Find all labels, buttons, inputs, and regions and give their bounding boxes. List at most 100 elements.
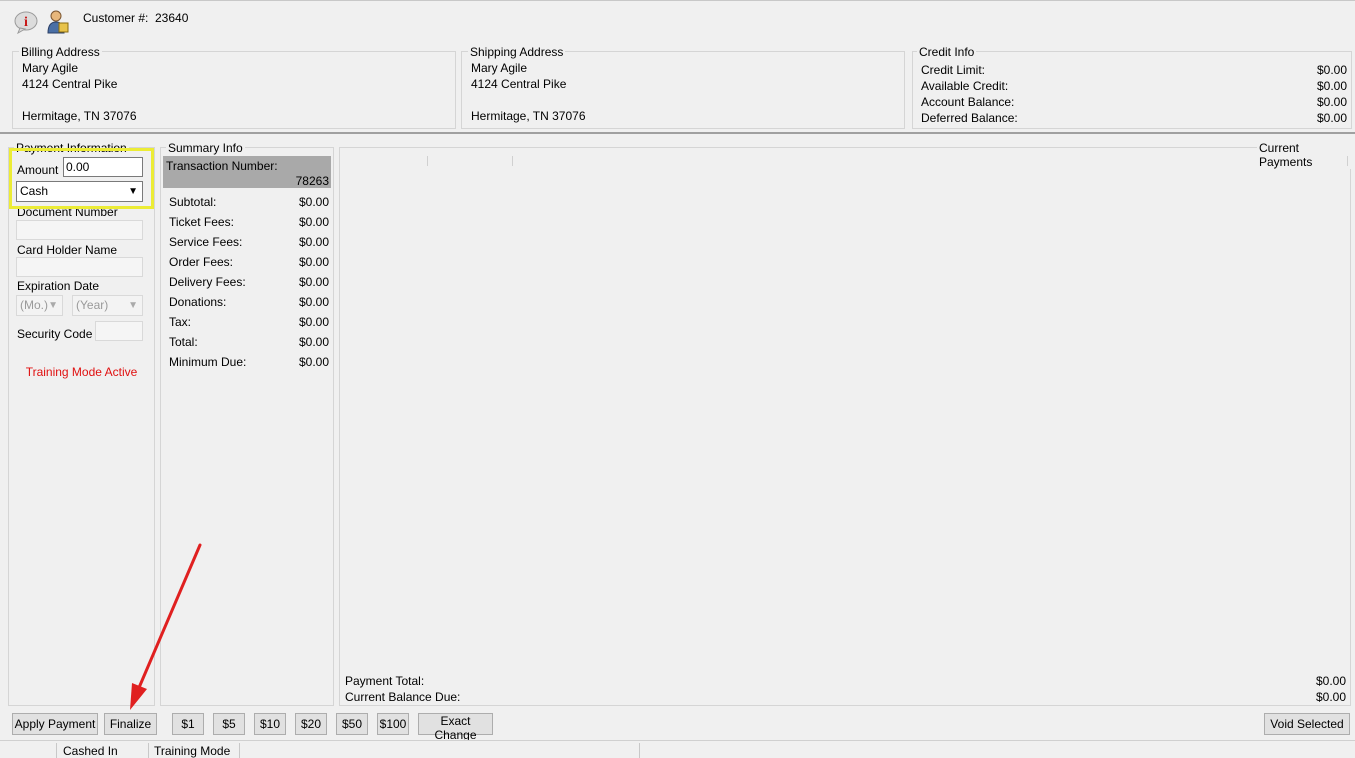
expiration-date-label: Expiration Date <box>17 279 100 293</box>
month-placeholder: (Mo.) <box>20 298 48 312</box>
credit-label: Account Balance: <box>921 95 1015 109</box>
summary-value: $0.00 <box>298 255 329 269</box>
twenty-dollar-button[interactable]: $20 <box>295 713 327 735</box>
column-divider[interactable] <box>427 156 428 166</box>
shipping-street: 4124 Central Pike <box>471 77 567 91</box>
payment-total-row: Payment Total: $0.00 <box>345 674 1346 688</box>
status-training-mode: Training Mode <box>154 744 231 758</box>
summary-value: $0.00 <box>298 335 329 349</box>
billing-name: Mary Agile <box>22 61 79 75</box>
summary-row: Total: $0.00 <box>169 335 329 349</box>
highlight-box <box>9 148 154 209</box>
red-arrow-annotation <box>130 543 202 710</box>
credit-row: Available Credit: $0.00 <box>921 79 1347 93</box>
shipping-name: Mary Agile <box>471 61 528 75</box>
status-divider <box>239 743 240 758</box>
summary-row: Tax: $0.00 <box>169 315 329 329</box>
security-code-label: Security Code <box>17 327 93 341</box>
summary-value: $0.00 <box>298 295 329 309</box>
top-border <box>0 0 1355 1</box>
card-holder-label: Card Holder Name <box>17 243 118 257</box>
shipping-address-legend: Shipping Address <box>468 45 566 59</box>
summary-value: $0.00 <box>298 215 329 229</box>
balance-due-value: $0.00 <box>1315 690 1346 704</box>
current-payments-list[interactable] <box>342 154 1348 670</box>
credit-info-legend: Credit Info <box>917 45 977 59</box>
summary-value: $0.00 <box>298 275 329 289</box>
fifty-dollar-button[interactable]: $50 <box>336 713 368 735</box>
credit-label: Deferred Balance: <box>921 111 1018 125</box>
splitter[interactable] <box>0 132 1355 134</box>
apply-payment-button[interactable]: Apply Payment <box>12 713 98 735</box>
info-icon[interactable]: i <box>14 10 40 35</box>
summary-row: Minimum Due: $0.00 <box>169 355 329 369</box>
status-cashed-in: Cashed In <box>63 744 118 758</box>
balance-due-label: Current Balance Due: <box>345 690 461 704</box>
billing-address-legend: Billing Address <box>19 45 102 59</box>
finalize-button[interactable]: Finalize <box>104 713 157 735</box>
transaction-number-box: Transaction Number: 78263 <box>163 156 331 188</box>
customer-number-value: 23640 <box>155 11 189 25</box>
training-mode-text: Training Mode Active <box>25 365 138 379</box>
status-divider <box>148 743 149 758</box>
summary-row: Order Fees: $0.00 <box>169 255 329 269</box>
credit-label: Available Credit: <box>921 79 1009 93</box>
one-dollar-button[interactable]: $1 <box>172 713 204 735</box>
summary-info-legend: Summary Info <box>166 141 245 155</box>
summary-value: $0.00 <box>298 315 329 329</box>
summary-value: $0.00 <box>298 235 329 249</box>
summary-label: Donations: <box>169 295 227 309</box>
payment-total-label: Payment Total: <box>345 674 425 688</box>
summary-row: Subtotal: $0.00 <box>169 195 329 209</box>
summary-value: $0.00 <box>298 195 329 209</box>
document-number-field[interactable] <box>16 220 143 240</box>
customer-icon[interactable] <box>45 9 71 35</box>
ten-dollar-button[interactable]: $10 <box>254 713 286 735</box>
summary-label: Total: <box>169 335 198 349</box>
credit-value: $0.00 <box>1316 95 1347 109</box>
void-selected-button[interactable]: Void Selected <box>1264 713 1350 735</box>
credit-value: $0.00 <box>1316 79 1347 93</box>
credit-value: $0.00 <box>1316 111 1347 125</box>
billing-city: Hermitage, TN 37076 <box>22 109 137 123</box>
exact-change-button[interactable]: Exact Change <box>418 713 493 742</box>
summary-label: Ticket Fees: <box>169 215 234 229</box>
year-placeholder: (Year) <box>76 298 109 312</box>
expiration-month-select[interactable]: (Mo.) ▼ <box>16 295 63 316</box>
credit-value: $0.00 <box>1316 63 1347 77</box>
transaction-number-label: Transaction Number: <box>166 159 278 173</box>
summary-row: Service Fees: $0.00 <box>169 235 329 249</box>
hundred-dollar-button[interactable]: $100 <box>377 713 409 735</box>
summary-row: Ticket Fees: $0.00 <box>169 215 329 229</box>
credit-label: Credit Limit: <box>921 63 986 77</box>
status-bar: Cashed In Training Mode <box>0 740 1355 758</box>
credit-row: Deferred Balance: $0.00 <box>921 111 1347 125</box>
summary-row: Delivery Fees: $0.00 <box>169 275 329 289</box>
chevron-down-icon: ▼ <box>48 300 58 311</box>
column-divider[interactable] <box>1347 156 1348 166</box>
status-divider <box>639 743 640 758</box>
svg-text:i: i <box>24 15 28 30</box>
customer-number-label: Customer #: <box>83 11 149 25</box>
summary-label: Delivery Fees: <box>169 275 246 289</box>
column-divider[interactable] <box>512 156 513 166</box>
summary-row: Donations: $0.00 <box>169 295 329 309</box>
summary-label: Service Fees: <box>169 235 243 249</box>
card-holder-field[interactable] <box>16 257 143 277</box>
billing-street: 4124 Central Pike <box>22 77 118 91</box>
security-code-field[interactable] <box>95 321 143 341</box>
summary-label: Minimum Due: <box>169 355 247 369</box>
status-divider <box>56 743 57 758</box>
credit-row: Account Balance: $0.00 <box>921 95 1347 109</box>
credit-row: Credit Limit: $0.00 <box>921 63 1347 77</box>
summary-label: Tax: <box>169 315 192 329</box>
shipping-city: Hermitage, TN 37076 <box>471 109 586 123</box>
chevron-down-icon: ▼ <box>128 300 138 311</box>
payment-total-value: $0.00 <box>1315 674 1346 688</box>
summary-value: $0.00 <box>298 355 329 369</box>
expiration-year-select[interactable]: (Year) ▼ <box>72 295 143 316</box>
summary-label: Subtotal: <box>169 195 217 209</box>
five-dollar-button[interactable]: $5 <box>213 713 245 735</box>
summary-label: Order Fees: <box>169 255 234 269</box>
balance-due-row: Current Balance Due: $0.00 <box>345 690 1346 704</box>
